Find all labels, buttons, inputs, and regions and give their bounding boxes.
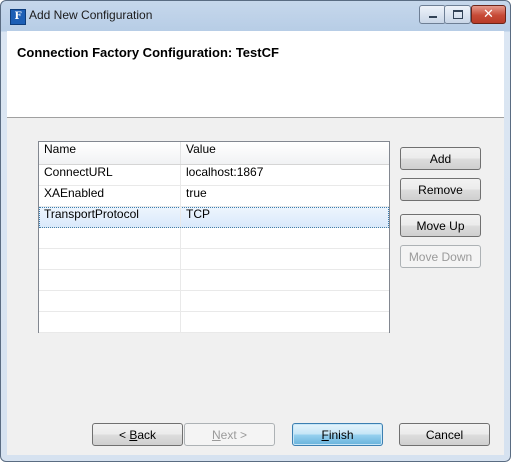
remove-button[interactable]: Remove xyxy=(400,178,481,201)
next-suffix: > xyxy=(236,428,248,442)
next-mnemonic: N xyxy=(211,428,221,442)
close-button[interactable]: ✕ xyxy=(471,5,506,24)
cell-value: localhost:1867 xyxy=(186,165,264,179)
table-body: ConnectURL localhost:1867 XAEnabled true… xyxy=(39,165,389,333)
cell-name: TransportProtocol xyxy=(39,207,181,227)
dialog-body: Connection Factory Configuration: TestCF… xyxy=(7,31,504,455)
table-header: Name Value xyxy=(39,142,389,165)
cell-value xyxy=(181,249,389,269)
back-prefix: < xyxy=(118,428,130,442)
table-row[interactable] xyxy=(39,228,389,249)
table-row[interactable]: XAEnabled true xyxy=(39,186,389,207)
add-button[interactable]: Add xyxy=(400,147,481,170)
table-row[interactable] xyxy=(39,249,389,270)
maximize-button[interactable] xyxy=(444,5,471,24)
cell-value: true xyxy=(186,186,207,200)
back-label-rest: ack xyxy=(137,428,157,442)
column-header-value[interactable]: Value xyxy=(181,142,389,164)
finish-mnemonic: F xyxy=(321,428,329,442)
dialog-window: F Add New Configuration ✕ Connection Fac… xyxy=(0,0,511,462)
cell-value xyxy=(181,312,389,332)
next-label-rest: ext xyxy=(220,428,237,442)
minimize-icon xyxy=(420,6,445,23)
table-row[interactable]: ConnectURL localhost:1867 xyxy=(39,165,389,186)
table-row[interactable] xyxy=(39,312,389,333)
cell-name xyxy=(39,228,181,248)
minimize-button[interactable] xyxy=(419,5,446,24)
table-row[interactable] xyxy=(39,291,389,312)
cell-value xyxy=(181,228,389,248)
column-header-name[interactable]: Name xyxy=(39,142,181,164)
cell-name xyxy=(39,249,181,269)
cell-name xyxy=(39,291,181,311)
cell-name: XAEnabled xyxy=(39,186,181,206)
next-button[interactable]: Next > xyxy=(184,423,275,446)
table-row[interactable] xyxy=(39,270,389,291)
cell-name xyxy=(39,312,181,332)
cell-name: ConnectURL xyxy=(39,165,181,185)
window-title: Add New Configuration xyxy=(29,8,153,22)
table-row-selected[interactable]: TransportProtocol TCP xyxy=(39,207,389,228)
cell-value: TCP xyxy=(186,207,210,221)
app-icon: F xyxy=(10,9,26,25)
title-bar[interactable]: F Add New Configuration ✕ xyxy=(1,1,510,31)
close-icon: ✕ xyxy=(483,7,494,22)
cell-value xyxy=(181,291,389,311)
move-down-button[interactable]: Move Down xyxy=(400,245,481,268)
wizard-banner: Connection Factory Configuration: TestCF xyxy=(7,31,504,118)
back-button[interactable]: < Back xyxy=(92,423,183,446)
properties-table[interactable]: Name Value ConnectURL localhost:1867 XAE… xyxy=(38,141,390,333)
cancel-button[interactable]: Cancel xyxy=(399,423,490,446)
move-up-button[interactable]: Move Up xyxy=(400,214,481,237)
finish-button[interactable]: Finish xyxy=(292,423,383,446)
finish-label-rest: inish xyxy=(328,428,354,442)
page-title: Connection Factory Configuration: TestCF xyxy=(17,45,279,60)
cell-value xyxy=(181,270,389,290)
maximize-icon xyxy=(445,6,470,23)
cell-name xyxy=(39,270,181,290)
